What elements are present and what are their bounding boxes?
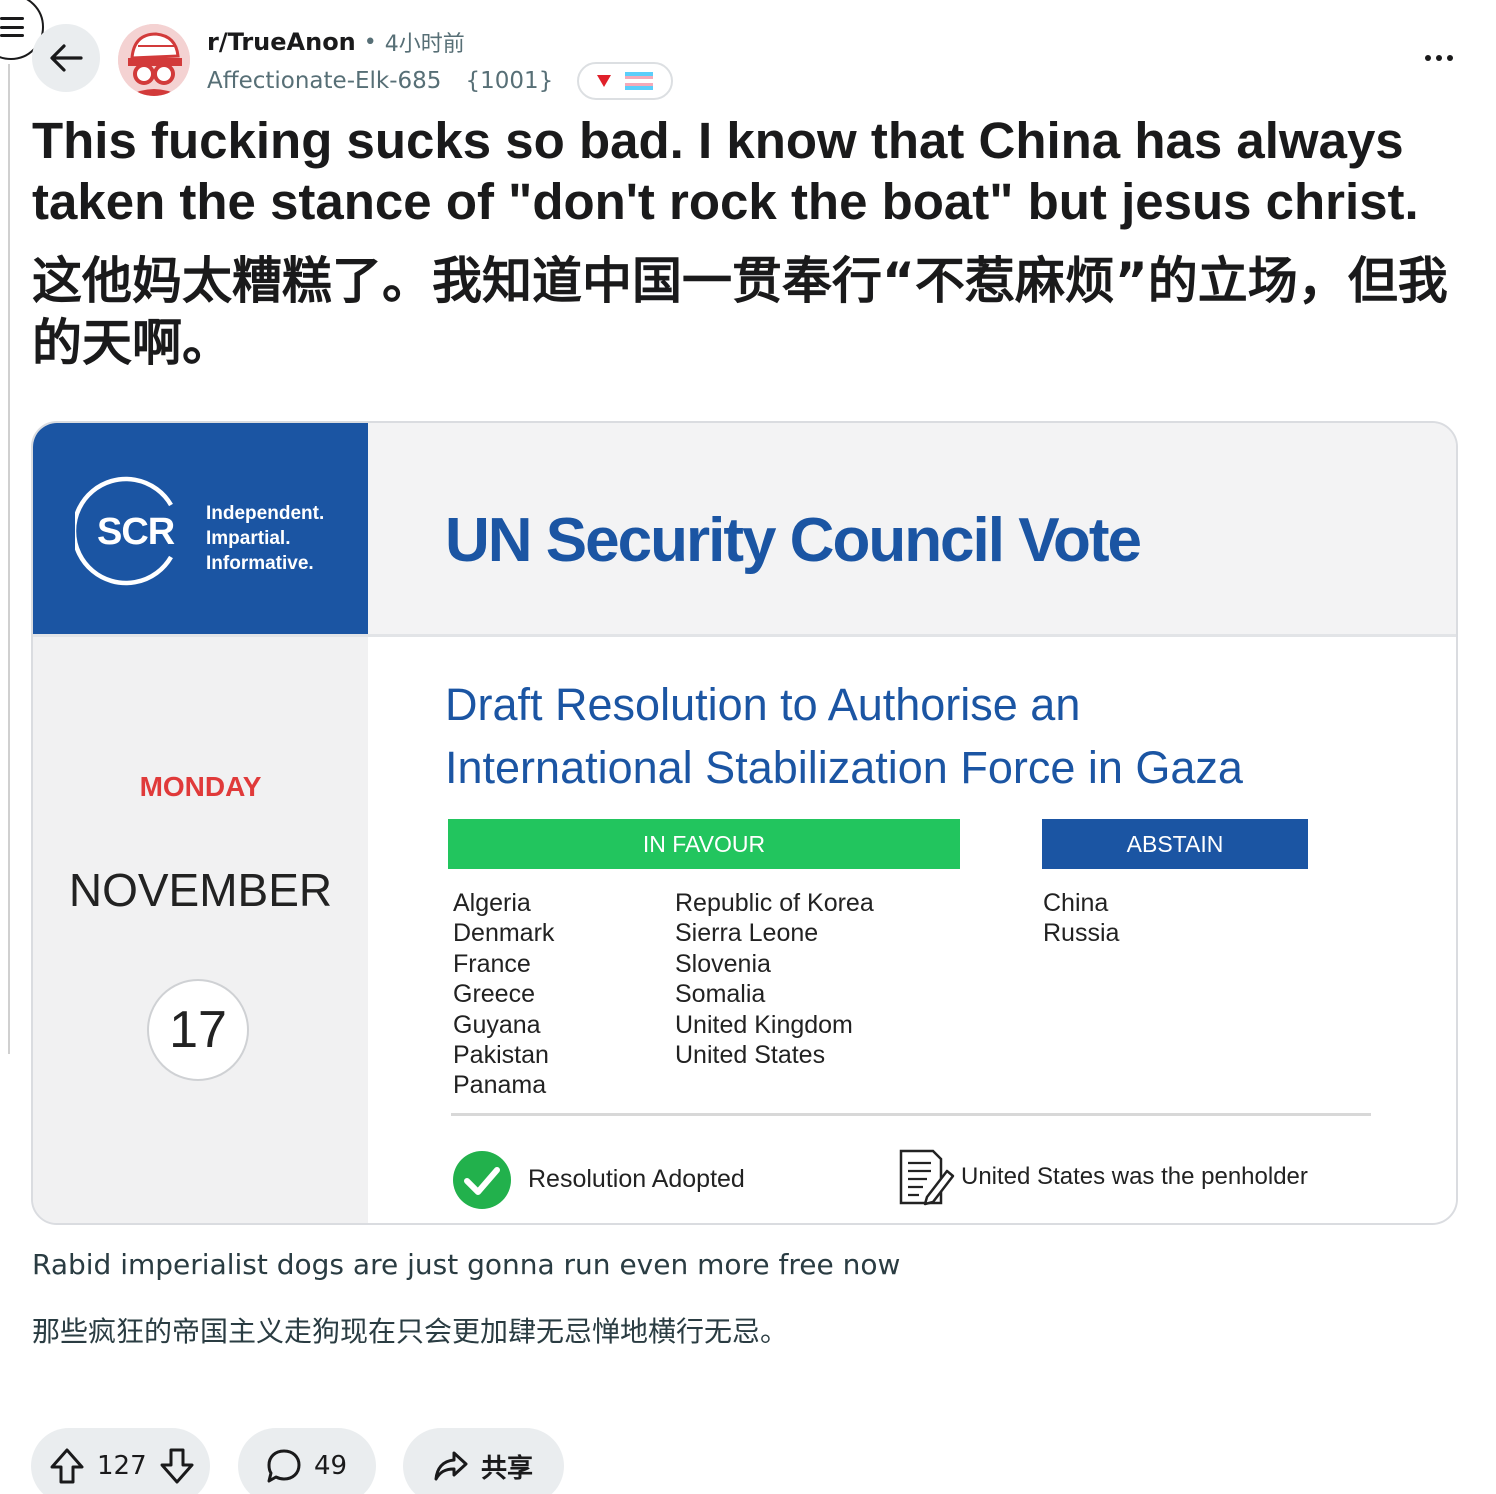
- author-username[interactable]: Affectionate-Elk-685: [207, 68, 441, 94]
- comment-icon: [267, 1449, 301, 1483]
- penholder-text: United States was the penholder: [961, 1163, 1308, 1190]
- country-item: Slovenia: [675, 949, 771, 978]
- post-time: 4小时前: [384, 32, 465, 57]
- tagline-line: Independent.: [206, 503, 325, 524]
- abstain-list: China Russia: [1043, 888, 1119, 949]
- date-month: NOVEMBER: [68, 864, 333, 916]
- card-heading: UN Security Council Vote: [445, 506, 1142, 575]
- downvote-icon[interactable]: [159, 1447, 195, 1485]
- heading-panel: UN Security Council Vote: [368, 423, 1456, 634]
- post-image[interactable]: SCR Independent. Impartial. Informative.…: [31, 421, 1458, 1225]
- vote-count: 127: [97, 1451, 147, 1481]
- subreddit-avatar[interactable]: [118, 24, 190, 96]
- more-icon[interactable]: [1416, 44, 1462, 72]
- subreddit-name[interactable]: r/TrueAnon: [207, 28, 356, 56]
- downvote-flair-icon: [597, 75, 612, 87]
- date-number: 17: [147, 979, 249, 1081]
- upvote-icon[interactable]: [49, 1447, 85, 1485]
- avatar-image: [118, 24, 190, 96]
- trans-flag-icon: [625, 72, 654, 90]
- draft-title-line: Draft Resolution to Authorise an: [445, 679, 1081, 730]
- draft-title-line: International Stabilization Force in Gaz…: [445, 742, 1243, 793]
- document-pen-icon: [899, 1149, 955, 1206]
- share-icon: [434, 1451, 468, 1481]
- back-arrow-icon: [50, 44, 83, 72]
- author-flair-badges: [577, 62, 674, 100]
- menu-icon: [0, 17, 24, 37]
- post-title-zh: 这他妈太糟糕了。我知道中国一贯奉行“不惹麻烦”的立场，但我的天啊。: [32, 252, 1448, 372]
- author-flair-text: {1001}: [465, 68, 554, 94]
- country-item: France: [453, 949, 531, 978]
- country-item: Sierra Leone: [675, 919, 819, 948]
- country-item: Somalia: [675, 980, 766, 1009]
- back-button[interactable]: [32, 24, 100, 92]
- country-item: Denmark: [453, 919, 555, 948]
- draft-title: Draft Resolution to Authorise an Interna…: [445, 673, 1243, 799]
- country-item: Algeria: [453, 889, 531, 917]
- comments-button[interactable]: 49: [238, 1428, 376, 1494]
- result-text: Resolution Adopted: [528, 1165, 745, 1193]
- country-item: Republic of Korea: [675, 889, 874, 917]
- post-body-en: Rabid imperialist dogs are just gonna ru…: [32, 1248, 901, 1281]
- date-day: MONDAY: [139, 771, 262, 802]
- abstain-header: ABSTAIN: [1042, 819, 1308, 869]
- scr-logo-panel: SCR Independent. Impartial. Informative.: [33, 423, 368, 634]
- post-title-en: This fucking sucks so bad. I know that C…: [32, 112, 1419, 230]
- in-favour-list-2: Republic of Korea Sierra Leone Slovenia …: [675, 888, 874, 1070]
- scr-tagline: Independent. Impartial. Informative.: [206, 501, 324, 576]
- country-item: United Kingdom: [675, 1010, 853, 1039]
- country-item: Russia: [1043, 919, 1120, 948]
- country-item: Panama: [453, 1071, 547, 1100]
- country-item: China: [1043, 889, 1109, 917]
- country-item: Greece: [453, 980, 535, 1009]
- post-body-zh: 那些疯狂的帝国主义走狗现在只会更加肆无忌惮地横行无忌。: [32, 1315, 789, 1348]
- separator-dot: •: [363, 29, 377, 55]
- country-item: Pakistan: [453, 1041, 549, 1070]
- check-circle-icon: [453, 1151, 511, 1209]
- author-line: Affectionate-Elk-685 {1001}: [207, 62, 674, 100]
- country-item: United States: [675, 1041, 826, 1070]
- share-label: 共享: [481, 1453, 534, 1484]
- vote-bar: 127: [31, 1428, 210, 1494]
- result-divider: [451, 1113, 1371, 1116]
- in-favour-list-1: Algeria Denmark France Greece Guyana Pak…: [453, 888, 554, 1101]
- thread-rail: [8, 64, 10, 1054]
- tagline-line: Informative.: [206, 553, 314, 574]
- tagline-line: Impartial.: [206, 528, 291, 549]
- country-item: Guyana: [453, 1010, 541, 1039]
- share-button[interactable]: 共享: [403, 1428, 564, 1494]
- date-panel: MONDAY NOVEMBER 17: [33, 637, 368, 1223]
- comment-count: 49: [314, 1451, 348, 1481]
- in-favour-header: IN FAVOUR: [448, 819, 960, 869]
- scr-logo-text: SCR: [97, 511, 175, 553]
- subreddit-line: r/TrueAnon • 4小时前: [207, 26, 465, 58]
